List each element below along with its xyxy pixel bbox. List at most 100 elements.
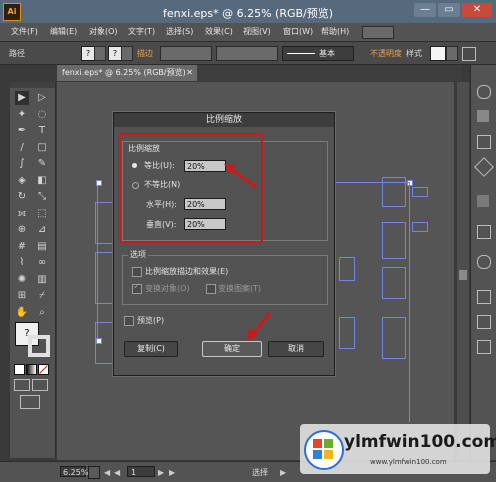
stroke-label[interactable]: 描边 bbox=[137, 48, 153, 59]
menu-edit[interactable]: 编辑(E) bbox=[50, 26, 77, 37]
zoom-dropdown[interactable] bbox=[88, 466, 100, 479]
variable-width-profile[interactable] bbox=[216, 46, 278, 61]
copy-button[interactable]: 复制(C) bbox=[124, 341, 178, 357]
ok-button[interactable]: 确定 bbox=[202, 341, 262, 357]
menu-help[interactable]: 帮助(H) bbox=[321, 26, 349, 37]
rectangle-icon[interactable]: □ bbox=[35, 141, 49, 155]
swatches-panel-icon[interactable] bbox=[477, 110, 489, 122]
column-graph-icon[interactable]: ▥ bbox=[35, 273, 49, 287]
cancel-button[interactable]: 取消 bbox=[268, 341, 324, 357]
draw-behind-icon[interactable] bbox=[32, 379, 48, 391]
graphic-style-dropdown[interactable] bbox=[446, 46, 458, 61]
first-artboard-icon[interactable]: ◀ bbox=[104, 468, 110, 477]
direct-select-icon[interactable]: ▷ bbox=[35, 91, 49, 105]
select-icon[interactable]: ▶ bbox=[15, 91, 29, 105]
layers-panel-icon[interactable] bbox=[477, 315, 491, 329]
stroke-panel-icon[interactable] bbox=[477, 195, 489, 207]
stroke-color-box[interactable] bbox=[28, 335, 50, 357]
blend-icon[interactable]: ∞ bbox=[35, 256, 49, 270]
menu-view[interactable]: 视图(V) bbox=[243, 26, 271, 37]
stroke-swatch[interactable]: ? bbox=[108, 46, 122, 61]
brushes-panel-icon[interactable] bbox=[477, 135, 491, 149]
close-button[interactable]: ✕ bbox=[462, 3, 492, 17]
shape-builder-icon[interactable]: ⊕ bbox=[15, 223, 29, 237]
close-tab-icon[interactable]: ✕ bbox=[186, 65, 193, 81]
status-menu-icon[interactable]: ▶ bbox=[280, 468, 286, 477]
free-transform-icon[interactable]: ⬚ bbox=[35, 207, 49, 221]
bounding-box-handle[interactable] bbox=[96, 180, 102, 186]
menu-type[interactable]: 文字(T) bbox=[128, 26, 155, 37]
slice-icon[interactable]: ⌿ bbox=[35, 289, 49, 303]
panel-dock bbox=[470, 65, 496, 460]
document-tab[interactable]: fenxi.eps* @ 6.25% (RGB/预览) ✕ bbox=[57, 65, 197, 81]
artwork-outline bbox=[339, 257, 355, 281]
graphic-style-swatch[interactable] bbox=[430, 46, 446, 61]
transform-patterns-checkbox[interactable] bbox=[206, 284, 216, 294]
color-panel-icon[interactable] bbox=[477, 85, 491, 99]
zoom-field[interactable]: 6.25% bbox=[60, 466, 88, 477]
stroke-weight-field[interactable] bbox=[160, 46, 212, 61]
artboards-panel-icon[interactable] bbox=[477, 340, 491, 354]
menu-window[interactable]: 窗口(W) bbox=[283, 26, 313, 37]
tools-panel-grip[interactable] bbox=[10, 82, 55, 88]
hand-icon[interactable]: ✋ bbox=[15, 306, 29, 320]
gradient-icon[interactable]: ▤ bbox=[35, 240, 49, 254]
maximize-button[interactable]: ▭ bbox=[438, 3, 460, 17]
menu-object[interactable]: 对象(O) bbox=[89, 26, 118, 37]
bounding-box-handle[interactable] bbox=[96, 338, 102, 344]
gradient-mode-icon[interactable] bbox=[26, 364, 37, 375]
blob-brush-icon[interactable]: ◈ bbox=[15, 174, 29, 188]
symbols-panel-icon[interactable] bbox=[474, 157, 494, 177]
previous-artboard-icon[interactable]: ◀ bbox=[114, 468, 120, 477]
none-mode-icon[interactable] bbox=[38, 364, 49, 375]
rotate-icon[interactable]: ↻ bbox=[15, 190, 29, 204]
menu-file[interactable]: 文件(F) bbox=[11, 26, 38, 37]
preview-checkbox[interactable] bbox=[124, 316, 134, 326]
color-mode-icon[interactable] bbox=[14, 364, 25, 375]
type-icon[interactable]: T bbox=[35, 124, 49, 138]
artboard-icon[interactable]: ⊞ bbox=[15, 289, 29, 303]
scroll-thumb[interactable] bbox=[459, 270, 467, 280]
artwork-outline bbox=[382, 177, 406, 207]
width-icon[interactable]: ⟗ bbox=[15, 207, 29, 221]
menu-select[interactable]: 选择(S) bbox=[166, 26, 193, 37]
stroke-dropdown[interactable] bbox=[121, 46, 133, 61]
eraser-icon[interactable]: ◧ bbox=[35, 174, 49, 188]
zoom-icon[interactable]: ⌕ bbox=[35, 306, 49, 320]
scale-strokes-checkbox[interactable] bbox=[132, 267, 142, 277]
screen-mode-icon[interactable] bbox=[20, 395, 40, 409]
artboard-number-field[interactable]: 1 bbox=[127, 466, 155, 477]
opacity-label[interactable]: 不透明度 bbox=[370, 48, 402, 59]
next-artboard-icon[interactable]: ▶ bbox=[158, 468, 164, 477]
pen-icon[interactable]: ✒ bbox=[15, 124, 29, 138]
control-bar: 路径 ? ? 描边 基本 不透明度 样式 bbox=[0, 42, 496, 65]
style-label: 样式 bbox=[406, 49, 422, 58]
magic-wand-icon[interactable]: ✦ bbox=[15, 108, 29, 122]
vertical-scrollbar[interactable] bbox=[457, 82, 469, 460]
fill-dropdown[interactable] bbox=[94, 46, 106, 61]
scale-icon[interactable]: ⤡ bbox=[35, 190, 49, 204]
symbol-sprayer-icon[interactable]: ✺ bbox=[15, 273, 29, 287]
artwork-outline bbox=[412, 187, 428, 197]
brush-definition[interactable]: 基本 bbox=[282, 46, 354, 61]
perspective-icon[interactable]: ⊿ bbox=[35, 223, 49, 237]
arrange-documents-icon[interactable] bbox=[362, 26, 394, 39]
bounding-box-handle[interactable] bbox=[407, 180, 413, 186]
fill-swatch[interactable]: ? bbox=[81, 46, 95, 61]
mesh-icon[interactable]: # bbox=[15, 240, 29, 254]
transform-objects-checkbox[interactable]: ✓ bbox=[132, 282, 142, 294]
line-icon[interactable]: / bbox=[15, 141, 29, 155]
gradient-panel-icon[interactable] bbox=[477, 225, 491, 239]
pencil-icon[interactable]: ✎ bbox=[35, 157, 49, 171]
appearance-panel-icon[interactable] bbox=[477, 290, 491, 304]
lasso-icon[interactable]: ◌ bbox=[35, 108, 49, 122]
transparency-panel-icon[interactable] bbox=[477, 255, 491, 269]
menu-effect[interactable]: 效果(C) bbox=[205, 26, 233, 37]
draw-normal-icon[interactable] bbox=[14, 379, 30, 391]
last-artboard-icon[interactable]: ▶ bbox=[169, 468, 175, 477]
document-setup-icon[interactable] bbox=[462, 47, 476, 61]
brush-icon[interactable]: ∫ bbox=[15, 157, 29, 171]
minimize-button[interactable]: — bbox=[414, 3, 436, 17]
artwork-outline bbox=[412, 222, 428, 232]
eyedropper-icon[interactable]: ⌇ bbox=[15, 256, 29, 270]
